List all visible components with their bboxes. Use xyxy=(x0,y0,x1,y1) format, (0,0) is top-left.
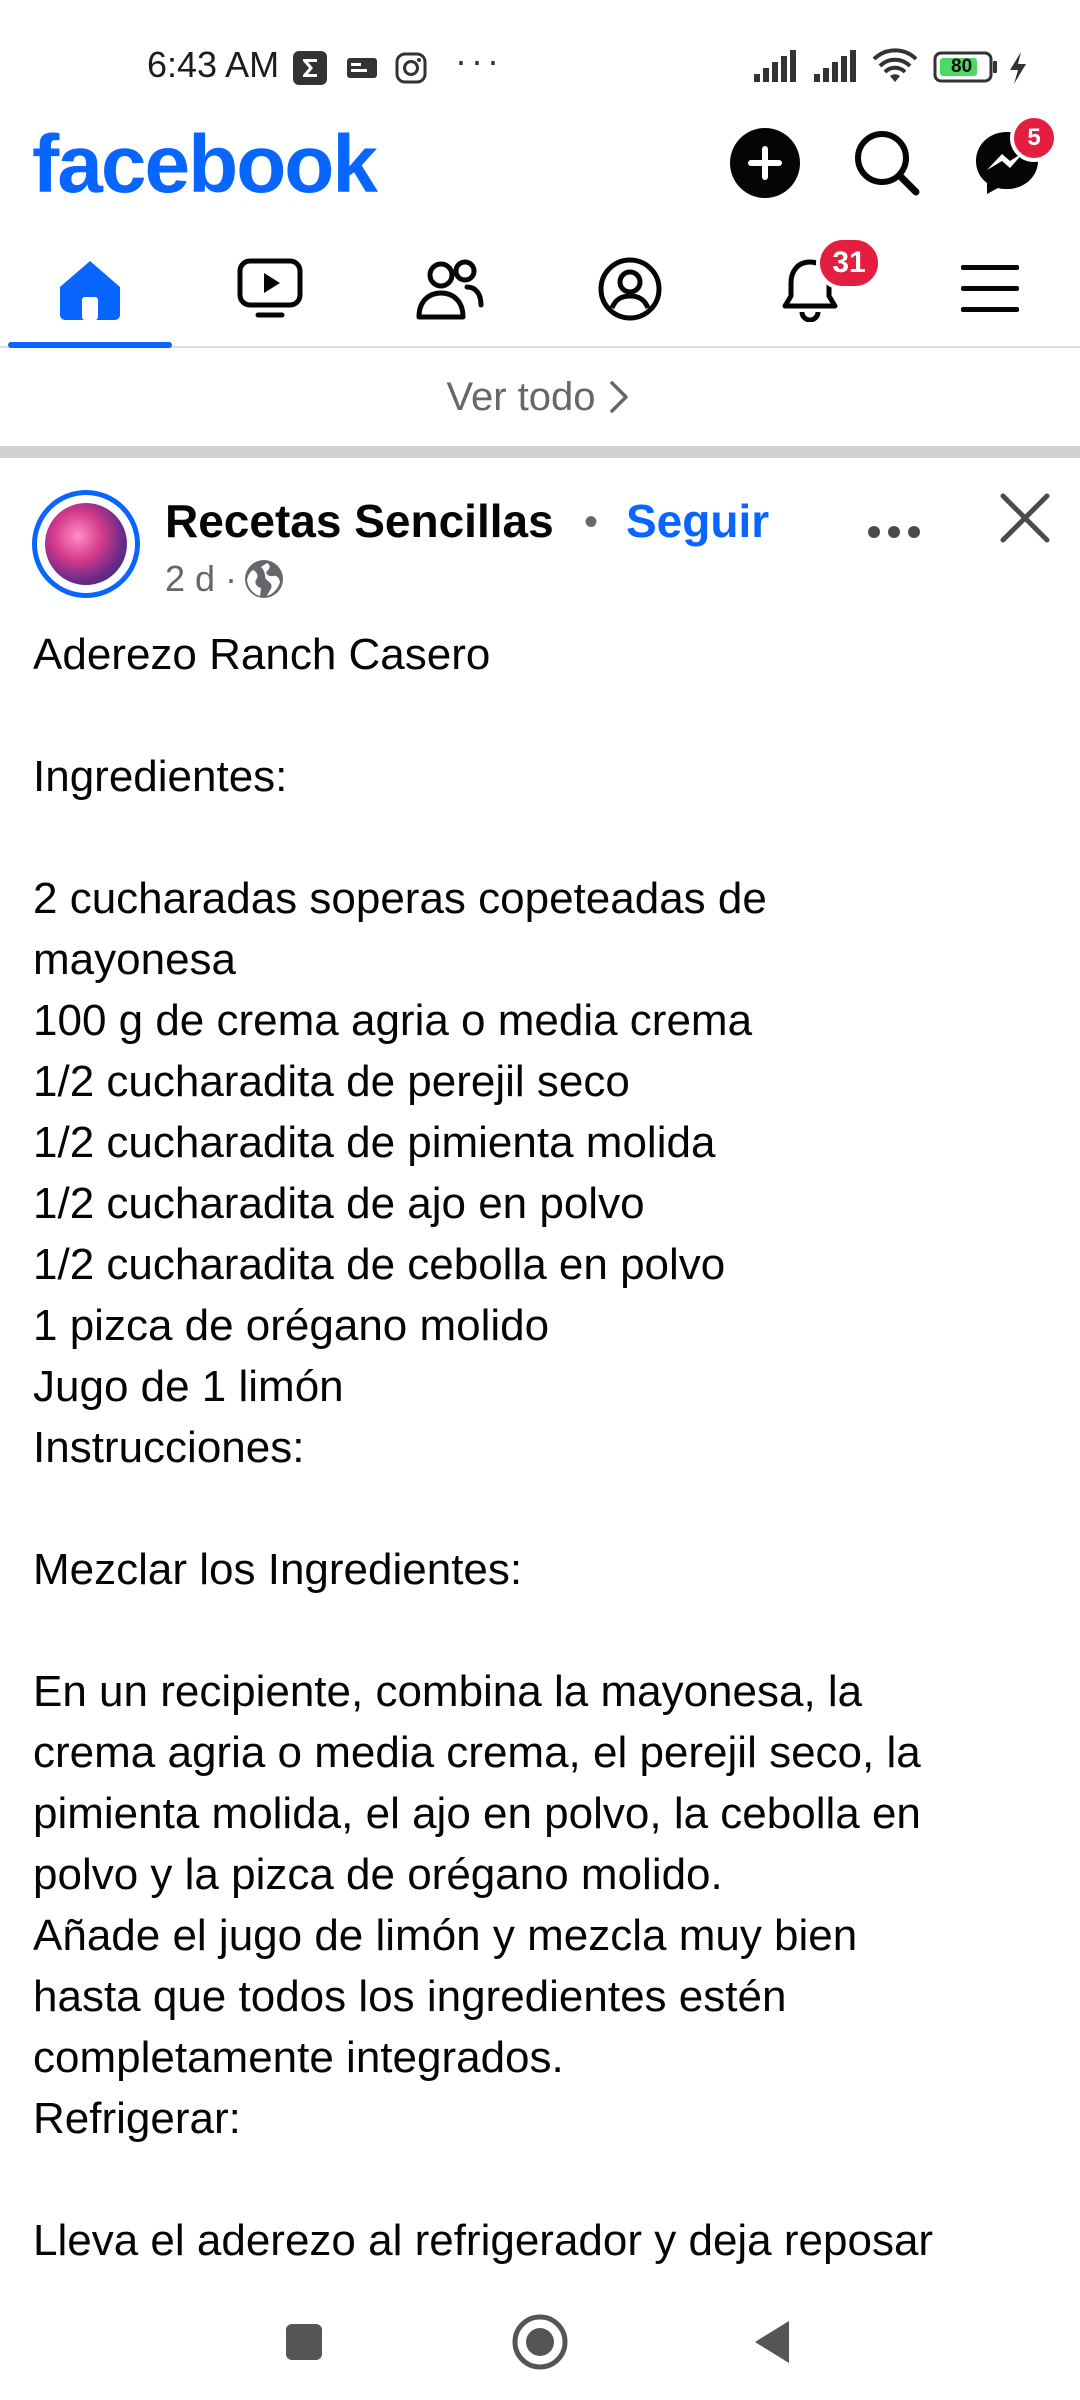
post-text-line xyxy=(33,807,1053,868)
post-text-line: En un recipiente, combina la mayonesa, l… xyxy=(33,1667,863,1716)
search-icon xyxy=(855,131,920,196)
post-text-line: crema agria o media crema, el perejil se… xyxy=(33,1728,921,1777)
close-icon xyxy=(1000,493,1050,543)
search-button[interactable] xyxy=(852,128,922,198)
follow-button[interactable]: Seguir xyxy=(626,494,769,548)
more-dots-icon xyxy=(868,526,920,538)
battery-level: 80 xyxy=(951,56,973,77)
tab-video[interactable] xyxy=(180,232,360,346)
hamburger-menu-icon xyxy=(961,265,1019,312)
post-text: Aderezo Ranch Casero Ingredientes: 2 cuc… xyxy=(33,624,1053,2271)
see-all-link[interactable]: Ver todo xyxy=(0,348,1080,446)
post-text-line: Mezclar los Ingredientes: xyxy=(33,1545,523,1594)
battery-icon: 80 xyxy=(933,50,999,84)
post-options-button[interactable] xyxy=(866,496,922,554)
post-text-line: 1 pizca de orégano molido xyxy=(33,1301,550,1350)
see-all-label: Ver todo xyxy=(446,374,596,419)
post-text-line xyxy=(33,685,1053,746)
tab-friends[interactable] xyxy=(360,232,540,346)
plus-icon xyxy=(732,130,798,196)
instagram-icon xyxy=(393,50,429,86)
facebook-logo[interactable]: facebook xyxy=(32,118,378,212)
charging-icon xyxy=(1006,50,1030,91)
messenger-badge: 5 xyxy=(1010,114,1058,162)
post-text-line: Jugo de 1 limón xyxy=(33,1362,344,1411)
notifications-badge: 31 xyxy=(816,236,882,290)
page-name[interactable]: Recetas Sencillas xyxy=(165,494,554,548)
post-text-line: hasta que todos los ingredientes estén xyxy=(33,1972,787,2021)
recents-button[interactable] xyxy=(272,2310,336,2374)
post-text-line: 1/2 cucharadita de pimienta molida xyxy=(33,1118,716,1167)
post-text-line: completamente integrados. xyxy=(33,2033,564,2082)
post-text-line: 100 g de crema agria o media crema xyxy=(33,996,753,1045)
post-text-line: 2 cucharadas soperas copeteadas de xyxy=(33,874,767,923)
post-text-line: Instrucciones: xyxy=(33,1423,305,1472)
post-text-line: 1/2 cucharadita de cebolla en polvo xyxy=(33,1240,726,1289)
signal-icon xyxy=(812,48,860,89)
tab-profile[interactable] xyxy=(540,232,720,346)
post-meta: 2 d · xyxy=(165,558,285,600)
hide-post-button[interactable] xyxy=(995,488,1055,548)
video-icon xyxy=(237,258,303,318)
globe-icon xyxy=(245,560,284,598)
separator-dot: • xyxy=(584,500,599,544)
wifi-icon xyxy=(870,48,920,91)
home-system-button[interactable] xyxy=(508,2310,572,2374)
tab-home[interactable] xyxy=(0,232,180,348)
post-text-line: Aderezo Ranch Casero xyxy=(33,630,491,679)
avatar[interactable] xyxy=(32,490,140,598)
avatar-image xyxy=(45,503,127,585)
post-text-line: Refrigerar: xyxy=(33,2094,241,2143)
post-text-line: Añade el jugo de limón y mezcla muy bien xyxy=(33,1911,858,1960)
card-app-icon xyxy=(344,50,380,86)
home-icon xyxy=(60,261,120,320)
system-navigation-bar xyxy=(0,2280,1080,2400)
back-triangle-icon xyxy=(755,2321,789,2363)
create-button[interactable] xyxy=(730,128,800,198)
post-text-line: 1/2 cucharadita de ajo en polvo xyxy=(33,1179,645,1228)
signal-icon xyxy=(752,48,800,89)
post-text-line xyxy=(33,1600,1053,1661)
more-notifications-indicator: ··· xyxy=(455,40,503,81)
feed-divider xyxy=(0,446,1080,458)
post-text-line: polvo y la pizca de orégano molido. xyxy=(33,1850,723,1899)
post-text-line: 1/2 cucharadita de perejil seco xyxy=(33,1057,630,1106)
post-text-line: pimienta molida, el ajo en polvo, la ceb… xyxy=(33,1789,921,1838)
post-text-line: Lleva el aderezo al refrigerador y deja … xyxy=(33,2216,934,2265)
status-bar: 6:43 AM ··· 80 xyxy=(0,0,1080,130)
tab-menu[interactable] xyxy=(900,232,1080,346)
square-icon xyxy=(286,2324,322,2360)
sigma-app-icon xyxy=(292,50,328,86)
profile-icon xyxy=(598,257,662,321)
post-text-line xyxy=(33,1478,1053,1539)
friends-icon xyxy=(416,259,484,320)
post-text-line: mayonesa xyxy=(33,935,237,984)
status-time: 6:43 AM xyxy=(147,44,280,85)
circle-home-icon xyxy=(512,2314,568,2370)
post-time[interactable]: 2 d · xyxy=(165,558,237,600)
back-button[interactable] xyxy=(742,2310,806,2374)
post-text-line xyxy=(33,2149,1053,2210)
post-text-line: Ingredientes: xyxy=(33,752,288,801)
chevron-right-icon xyxy=(609,381,628,413)
main-tab-bar xyxy=(0,232,1080,348)
